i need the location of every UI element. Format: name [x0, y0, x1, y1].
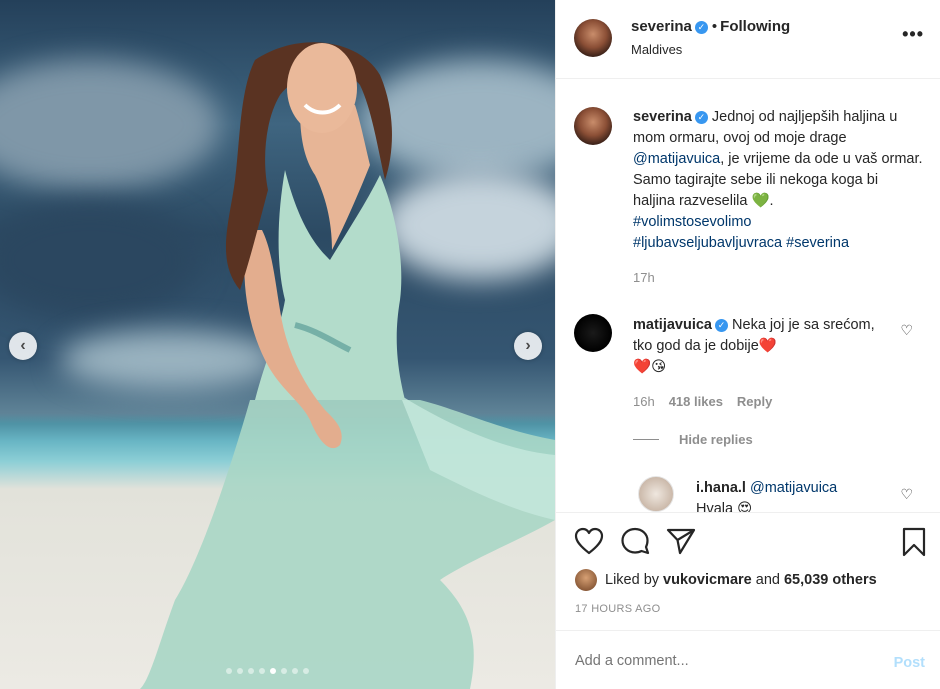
- mention-link[interactable]: @matijavuica: [750, 480, 837, 496]
- hide-replies-button[interactable]: Hide replies: [633, 432, 753, 447]
- caption-timestamp[interactable]: 17h: [633, 270, 655, 285]
- carousel-dot: [303, 668, 309, 674]
- like-reply-heart-icon[interactable]: ♡: [900, 486, 913, 503]
- post-time-ago[interactable]: 17 HOURS AGO: [575, 603, 661, 615]
- liker-avatar[interactable]: [575, 569, 597, 591]
- comment-timestamp[interactable]: 16h: [633, 394, 655, 409]
- likes-summary: Liked by vukovicmare and 65,039 others: [575, 569, 877, 591]
- divider-line: [633, 439, 659, 440]
- verified-badge-icon: ✓: [715, 319, 728, 332]
- red-heart-emoji: ❤️: [633, 359, 652, 375]
- caption-avatar[interactable]: [574, 107, 612, 145]
- caption-body: .: [769, 193, 774, 209]
- post-detail-panel: severina ✓ • Following Maldives ••• severin…: [555, 0, 940, 689]
- caption-text: severina ✓ Jednoj od najljepših haljina u…: [633, 107, 923, 254]
- kiss-emoji: 😘: [651, 359, 667, 375]
- liked-user-link[interactable]: vukovicmare: [663, 572, 752, 588]
- post-photo[interactable]: ‹ ›: [0, 0, 555, 689]
- red-heart-emoji: ❤️: [758, 338, 777, 354]
- like-heart-icon[interactable]: [574, 527, 604, 555]
- carousel-indicator: [226, 668, 309, 674]
- carousel-dot: [292, 668, 298, 674]
- woman-in-dress-illustration: [140, 42, 555, 689]
- add-comment-bar: Post: [556, 630, 940, 689]
- author-line: severina ✓ • Following: [631, 18, 790, 35]
- author-username[interactable]: severina: [631, 18, 692, 35]
- previous-slide-button[interactable]: ‹: [9, 332, 37, 360]
- verified-badge-icon: ✓: [694, 21, 708, 34]
- chevron-right-icon: ›: [525, 337, 531, 354]
- reply-button[interactable]: Reply: [737, 394, 772, 409]
- carousel-dot: [270, 668, 276, 674]
- hashtag-link[interactable]: #ljubavseljubavljuvraca: [633, 235, 782, 251]
- like-comment-heart-icon[interactable]: ♡: [900, 322, 913, 339]
- liked-prefix: Liked by: [605, 572, 660, 588]
- carousel-dot: [248, 668, 254, 674]
- share-paper-plane-icon[interactable]: [666, 527, 696, 555]
- carousel-dot: [281, 668, 287, 674]
- reply-username[interactable]: i.hana.l: [696, 480, 746, 496]
- hashtag-link[interactable]: #volimstosevolimo: [633, 214, 751, 230]
- comment-text: matijavuica ✓ Neka joj je sa srećom, tko …: [633, 315, 883, 378]
- save-bookmark-icon[interactable]: [902, 527, 926, 557]
- add-comment-input[interactable]: [575, 653, 865, 669]
- carousel-dot: [226, 668, 232, 674]
- comments-list[interactable]: severina ✓ Jednoj od najljepših haljina u…: [556, 80, 940, 512]
- comment-meta: 16h 418 likes Reply: [633, 394, 772, 409]
- commenter-username[interactable]: matijavuica: [633, 317, 712, 333]
- liked-others-link[interactable]: 65,039 others: [784, 572, 877, 588]
- reply-avatar[interactable]: [638, 476, 674, 512]
- caption-username[interactable]: severina: [633, 109, 692, 125]
- post-header: severina ✓ • Following Maldives •••: [556, 0, 940, 79]
- comment-likes[interactable]: 418 likes: [669, 394, 723, 409]
- post-actions: Liked by vukovicmare and 65,039 others 1…: [556, 512, 940, 630]
- mention-link[interactable]: @matijavuica: [633, 151, 720, 167]
- carousel-dot: [237, 668, 243, 674]
- author-avatar[interactable]: [574, 19, 612, 57]
- commenter-avatar[interactable]: [574, 314, 612, 352]
- comment-bubble-icon[interactable]: [620, 527, 650, 555]
- separator-dot: •: [711, 18, 718, 35]
- verified-badge-icon: ✓: [694, 111, 708, 124]
- following-button[interactable]: Following: [720, 18, 790, 35]
- hashtag-link[interactable]: #severina: [786, 235, 849, 251]
- heart-eyes-emoji: 😍: [737, 501, 753, 512]
- green-heart-emoji: 💚: [751, 193, 770, 209]
- chevron-left-icon: ‹: [20, 337, 26, 354]
- location-link[interactable]: Maldives: [631, 42, 682, 57]
- more-options-icon[interactable]: •••: [902, 24, 924, 45]
- liked-and: and: [755, 572, 780, 588]
- reply-body: Hvala: [696, 501, 734, 512]
- hide-replies-label: Hide replies: [679, 432, 753, 447]
- reply-text: i.hana.l @matijavuica Hvala 😍: [696, 478, 896, 512]
- next-slide-button[interactable]: ›: [514, 332, 542, 360]
- carousel-dot: [259, 668, 265, 674]
- post-comment-button[interactable]: Post: [894, 655, 925, 671]
